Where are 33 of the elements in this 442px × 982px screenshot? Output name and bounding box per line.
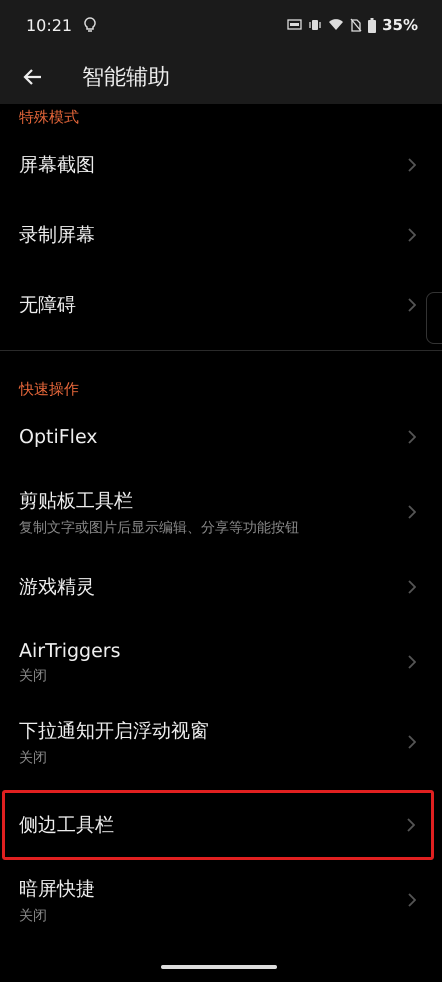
battery-icon [368,18,376,32]
settings-item[interactable]: AirTriggers 关闭 [0,622,442,702]
chevron-icon [408,655,416,669]
chevron-icon [407,818,415,832]
settings-item[interactable]: 屏幕截图 [0,130,442,200]
section-header: 快速操作 [19,380,79,398]
chevron-icon [408,228,416,242]
chevron-icon [408,735,416,749]
chevron-icon [408,158,416,172]
lightbulb-icon [84,17,96,33]
settings-item[interactable]: 下拉通知开启浮动视窗 关闭 [0,702,442,782]
no-sim-icon [350,18,362,32]
chevron-icon [408,893,416,907]
settings-item[interactable]: 录制屏幕 [0,200,442,270]
chevron-icon [408,580,416,594]
wifi-icon [328,18,344,32]
back-arrow-icon [22,68,42,86]
settings-item[interactable]: 游戏精灵 [0,552,442,622]
battery-percent: 35% [382,16,418,34]
settings-item[interactable]: 无障碍 [0,270,442,340]
settings-item[interactable]: 剪贴板工具栏 复制文字或图片后显示编辑、分享等功能按钮 [0,472,442,552]
page-title: 智能辅助 [82,64,170,92]
section-header: 特殊模式 [19,108,79,126]
chevron-icon [408,430,416,444]
vibrate-icon [308,19,322,31]
chevron-icon [408,298,416,312]
settings-item[interactable]: OptiFlex [0,402,442,472]
status-time: 10:21 [26,16,72,34]
gesture-bar[interactable] [161,965,277,969]
settings-item[interactable]: 暗屏快捷 关闭 [0,860,442,940]
settings-item[interactable]: 侧边工具栏 [2,790,434,860]
display-icon [287,19,302,31]
chevron-icon [408,505,416,519]
